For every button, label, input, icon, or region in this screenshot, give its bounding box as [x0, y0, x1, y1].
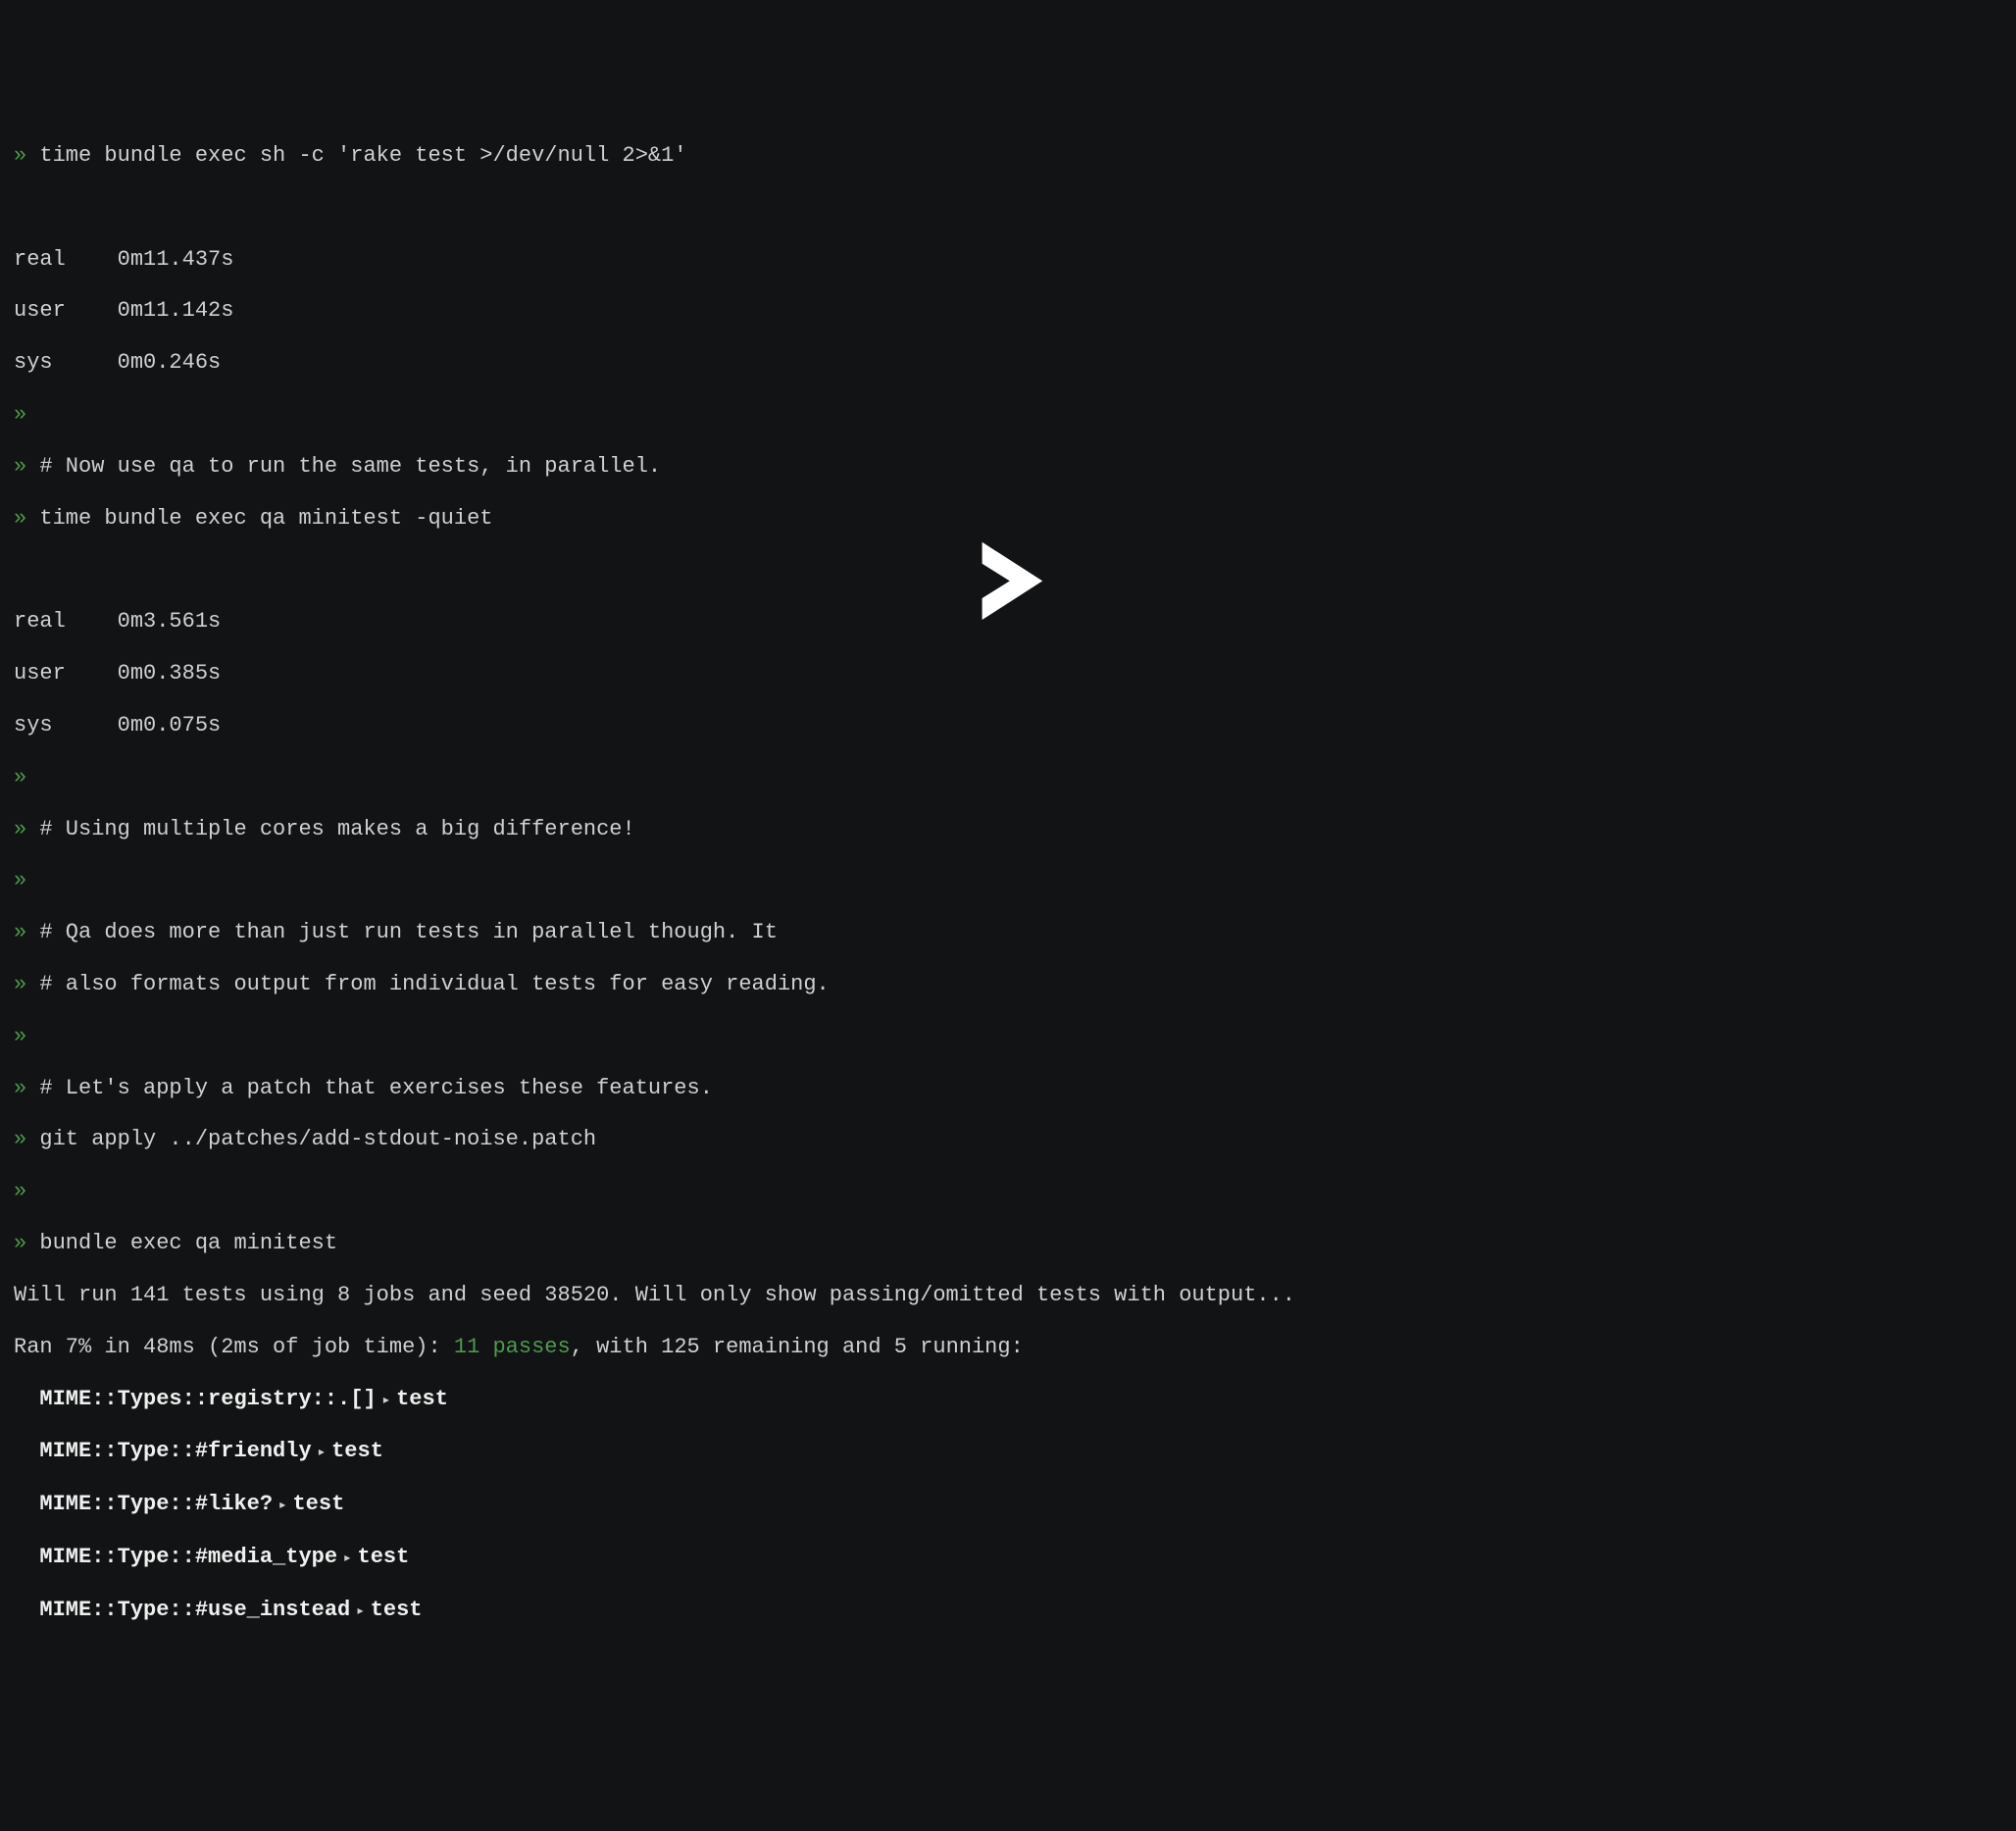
prompt-icon: »: [14, 1179, 26, 1203]
output-text: Ran 7% in 48ms (2ms of job time):: [14, 1335, 454, 1359]
comment-text: # also formats output from individual te…: [39, 972, 829, 996]
comment-text: # Qa does more than just run tests in pa…: [39, 920, 778, 944]
command-text: time bundle exec qa minitest -quiet: [39, 506, 492, 531]
test-class: MIME::Type::#friendly: [39, 1439, 311, 1463]
separator-icon: ▸: [337, 1551, 357, 1565]
terminal-output: » time bundle exec sh -c 'rake test >/de…: [14, 118, 2002, 1651]
comment-text: # Using multiple cores makes a big diffe…: [39, 817, 634, 841]
prompt-icon: »: [14, 765, 26, 789]
timing-user: user 0m0.385s: [14, 661, 2002, 687]
test-name: test: [396, 1387, 448, 1411]
prompt-icon: »: [14, 454, 26, 479]
prompt-icon: »: [14, 1024, 26, 1048]
prompt-icon: »: [14, 868, 26, 892]
separator-icon: ▸: [273, 1499, 292, 1512]
comment-text: # Now use qa to run the same tests, in p…: [39, 454, 661, 479]
command-text: time bundle exec sh -c 'rake test >/dev/…: [39, 143, 686, 168]
prompt-icon: »: [14, 920, 26, 944]
prompt-icon: »: [14, 506, 26, 531]
output-text: , with 125 remaining and 5 running:: [571, 1335, 1024, 1359]
test-class: MIME::Types::registry::.[]: [39, 1387, 376, 1411]
test-name: test: [371, 1598, 423, 1622]
prompt-icon: »: [14, 1231, 26, 1255]
prompt-icon: »: [14, 817, 26, 841]
separator-icon: ▸: [377, 1394, 396, 1407]
test-name: test: [292, 1492, 344, 1516]
test-class: MIME::Type::#use_instead: [39, 1598, 350, 1622]
separator-icon: ▸: [350, 1604, 370, 1618]
test-class: MIME::Type::#media_type: [39, 1545, 337, 1569]
play-icon: [965, 537, 1051, 624]
comment-text: # Let's apply a patch that exercises the…: [39, 1076, 713, 1100]
prompt-icon: »: [14, 143, 26, 168]
test-name: test: [358, 1545, 410, 1569]
output-text: Will run 141 tests using 8 jobs and seed…: [14, 1283, 2002, 1308]
play-button[interactable]: [965, 485, 1051, 649]
test-class: MIME::Type::#like?: [39, 1492, 273, 1516]
timing-sys: sys 0m0.246s: [14, 350, 2002, 376]
separator-icon: ▸: [312, 1446, 331, 1459]
prompt-icon: »: [14, 1076, 26, 1100]
timing-user: user 0m11.142s: [14, 298, 2002, 324]
command-text: git apply ../patches/add-stdout-noise.pa…: [39, 1127, 596, 1151]
timing-real: real 0m11.437s: [14, 247, 2002, 273]
timing-sys: sys 0m0.075s: [14, 713, 2002, 738]
command-text: bundle exec qa minitest: [39, 1231, 337, 1255]
prompt-icon: »: [14, 402, 26, 427]
prompt-icon: »: [14, 1127, 26, 1151]
prompt-icon: »: [14, 972, 26, 996]
passes-count: 11 passes: [454, 1335, 571, 1359]
test-name: test: [331, 1439, 383, 1463]
